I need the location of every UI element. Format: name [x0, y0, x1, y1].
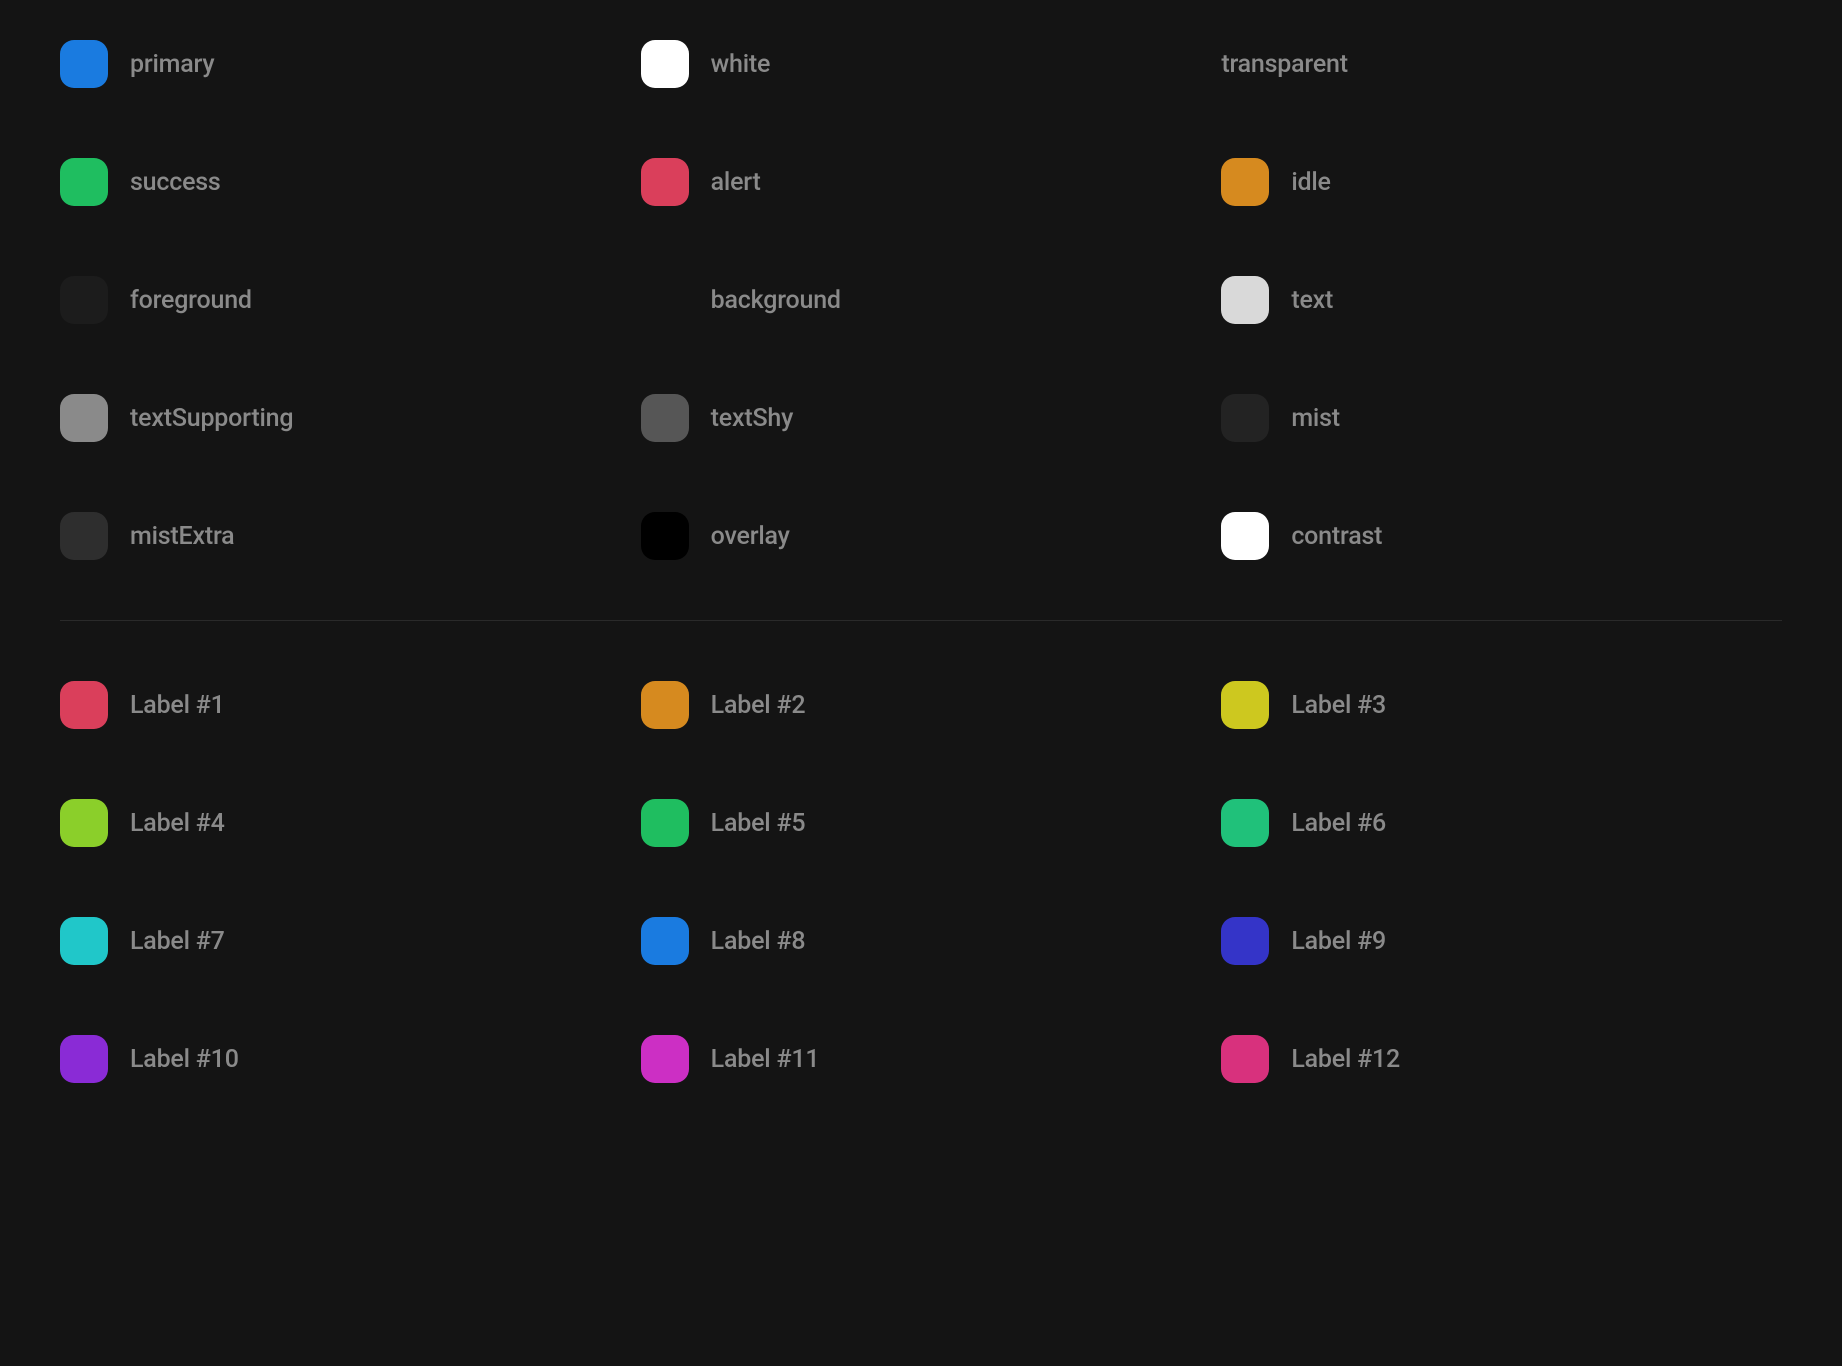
- swatch-alert: alert: [641, 158, 1202, 206]
- swatch-foreground: foreground: [60, 276, 621, 324]
- swatch-label: text: [1291, 286, 1333, 315]
- swatch-label: overlay: [711, 522, 790, 551]
- swatch-contrast: contrast: [1221, 512, 1782, 560]
- swatch-mist: mist: [1221, 394, 1782, 442]
- swatch-label: background: [711, 286, 841, 315]
- color-chip-success: [60, 158, 108, 206]
- color-chip-foreground: [60, 276, 108, 324]
- swatch-label-5: Label #5: [641, 799, 1202, 847]
- color-chip-alert: [641, 158, 689, 206]
- swatch-transparent: transparent: [1221, 40, 1782, 88]
- color-chip-textSupporting: [60, 394, 108, 442]
- color-chip-label-10: [60, 1035, 108, 1083]
- color-chip-mist: [1221, 394, 1269, 442]
- swatch-mistExtra: mistExtra: [60, 512, 621, 560]
- swatch-label: Label #1: [130, 691, 225, 720]
- swatch-label: primary: [130, 50, 214, 79]
- swatch-label-12: Label #12: [1221, 1035, 1782, 1083]
- color-chip-label-6: [1221, 799, 1269, 847]
- color-chip-label-9: [1221, 917, 1269, 965]
- swatch-label-4: Label #4: [60, 799, 621, 847]
- swatch-label-2: Label #2: [641, 681, 1202, 729]
- color-chip-idle: [1221, 158, 1269, 206]
- swatch-label: contrast: [1291, 522, 1382, 551]
- swatch-label-11: Label #11: [641, 1035, 1202, 1083]
- swatch-label: Label #12: [1291, 1045, 1400, 1074]
- color-chip-textShy: [641, 394, 689, 442]
- color-chip-white: [641, 40, 689, 88]
- swatch-label: Label #9: [1291, 927, 1386, 956]
- swatch-textShy: textShy: [641, 394, 1202, 442]
- color-chip-primary: [60, 40, 108, 88]
- color-chip-label-1: [60, 681, 108, 729]
- color-chip-label-11: [641, 1035, 689, 1083]
- color-chip-label-12: [1221, 1035, 1269, 1083]
- color-chip-label-3: [1221, 681, 1269, 729]
- swatch-label: Label #7: [130, 927, 225, 956]
- swatch-idle: idle: [1221, 158, 1782, 206]
- swatch-label: Label #11: [711, 1045, 820, 1074]
- section-divider: [60, 620, 1782, 621]
- swatch-label-8: Label #8: [641, 917, 1202, 965]
- swatch-label-10: Label #10: [60, 1035, 621, 1083]
- color-chip-text: [1221, 276, 1269, 324]
- swatch-label: Label #5: [711, 809, 806, 838]
- swatch-label: foreground: [130, 286, 252, 315]
- color-chip-label-4: [60, 799, 108, 847]
- swatch-success: success: [60, 158, 621, 206]
- swatch-label-3: Label #3: [1221, 681, 1782, 729]
- semantic-colors-grid: primary white transparent success alert idle f…: [60, 40, 1782, 560]
- swatch-label-9: Label #9: [1221, 917, 1782, 965]
- swatch-textSupporting: textSupporting: [60, 394, 621, 442]
- swatch-label-7: Label #7: [60, 917, 621, 965]
- swatch-label: Label #4: [130, 809, 225, 838]
- color-chip-overlay: [641, 512, 689, 560]
- swatch-label-6: Label #6: [1221, 799, 1782, 847]
- color-chip-label-8: [641, 917, 689, 965]
- swatch-label: transparent: [1221, 50, 1348, 79]
- swatch-label: mistExtra: [130, 522, 234, 551]
- swatch-label: Label #10: [130, 1045, 239, 1074]
- swatch-label: textShy: [711, 404, 794, 433]
- color-chip-label-2: [641, 681, 689, 729]
- swatch-label: Label #2: [711, 691, 806, 720]
- swatch-label: success: [130, 168, 221, 197]
- swatch-label-1: Label #1: [60, 681, 621, 729]
- color-chip-label-5: [641, 799, 689, 847]
- swatch-label: white: [711, 50, 771, 79]
- swatch-white: white: [641, 40, 1202, 88]
- swatch-label: Label #6: [1291, 809, 1386, 838]
- swatch-label: alert: [711, 168, 761, 197]
- swatch-primary: primary: [60, 40, 621, 88]
- color-chip-mistExtra: [60, 512, 108, 560]
- swatch-label: mist: [1291, 404, 1340, 433]
- color-chip-label-7: [60, 917, 108, 965]
- swatch-label: textSupporting: [130, 404, 293, 433]
- color-chip-contrast: [1221, 512, 1269, 560]
- swatch-label: Label #3: [1291, 691, 1386, 720]
- swatch-label: Label #8: [711, 927, 806, 956]
- swatch-overlay: overlay: [641, 512, 1202, 560]
- label-colors-grid: Label #1 Label #2 Label #3 Label #4 Label #5…: [60, 681, 1782, 1083]
- swatch-text: text: [1221, 276, 1782, 324]
- swatch-label: idle: [1291, 168, 1330, 197]
- swatch-background: background: [641, 276, 1202, 324]
